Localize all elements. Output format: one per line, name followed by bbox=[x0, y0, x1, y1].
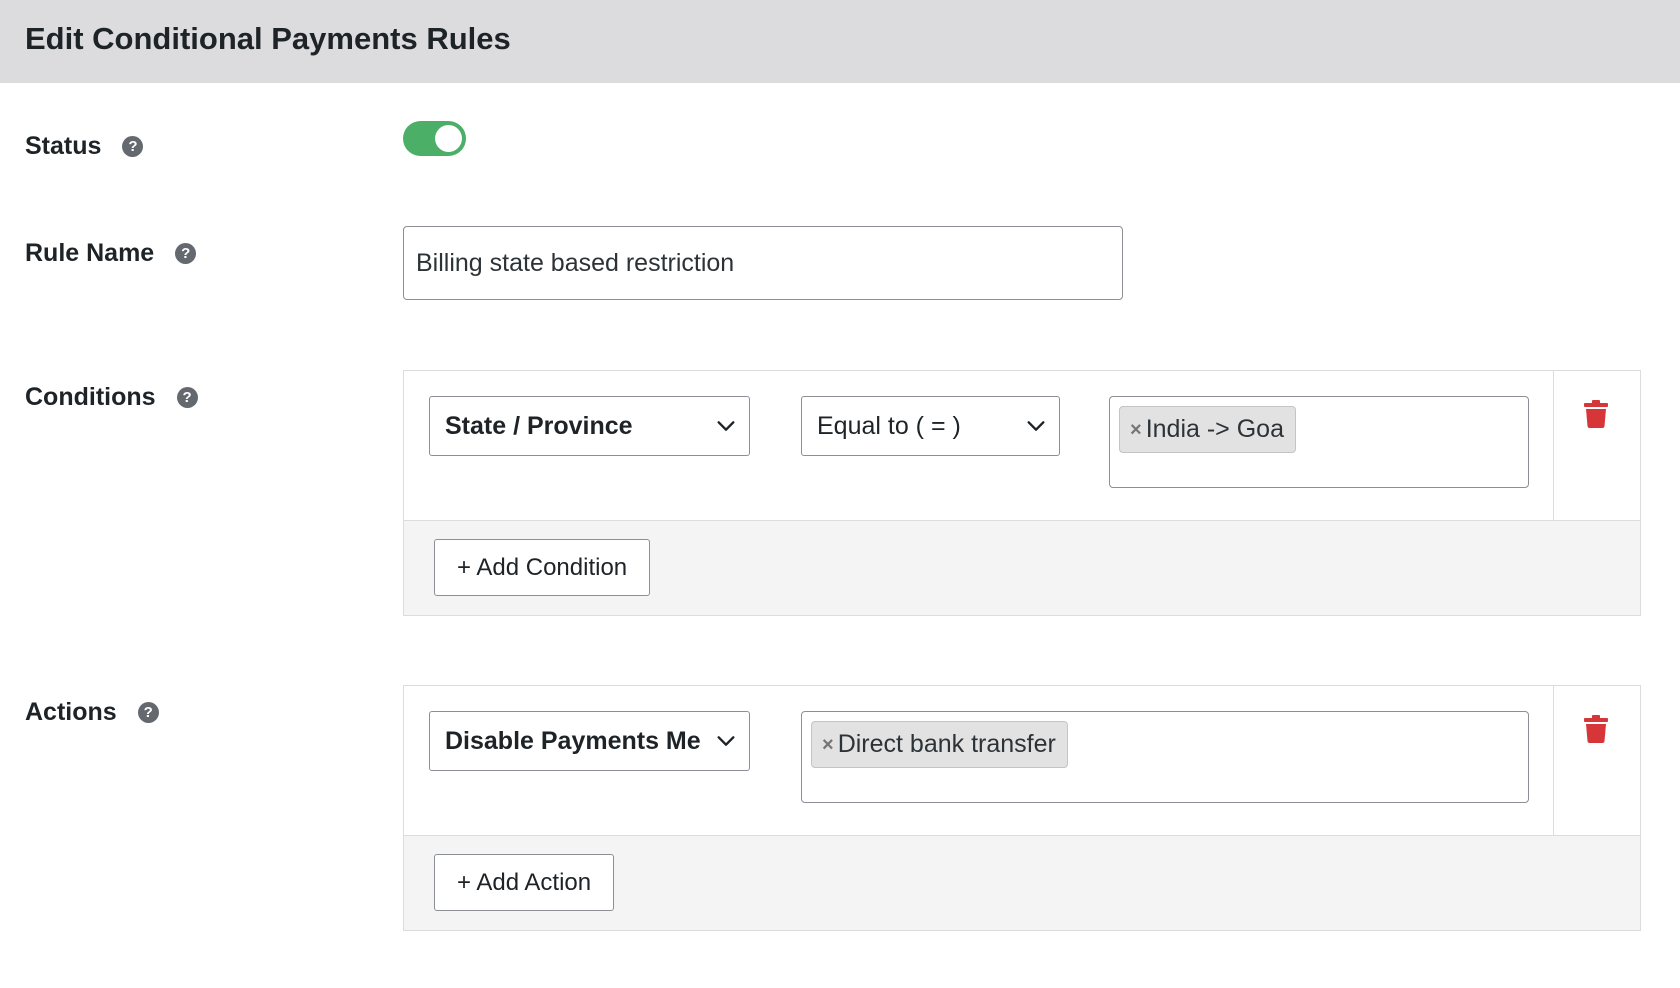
status-label: Status bbox=[25, 132, 102, 160]
condition-value-chip: × India -> Goa bbox=[1119, 406, 1296, 453]
conditions-footer: + Add Condition bbox=[404, 521, 1640, 615]
condition-operator-select[interactable]: Equal to ( = ) bbox=[801, 396, 1060, 456]
condition-operator-value: Equal to ( = ) bbox=[817, 411, 961, 440]
action-value-chip: × Direct bank transfer bbox=[811, 721, 1068, 768]
status-row-label: Status ? bbox=[25, 131, 144, 161]
action-row: Disable Payments Me × Direct bank transf… bbox=[404, 686, 1640, 836]
conditions-help-icon[interactable]: ? bbox=[176, 386, 198, 408]
chevron-down-icon bbox=[717, 421, 735, 431]
chip-remove-icon[interactable]: × bbox=[822, 735, 834, 755]
actions-row-label: Actions ? bbox=[25, 697, 159, 727]
status-toggle[interactable] bbox=[403, 121, 466, 156]
chevron-down-icon bbox=[1027, 421, 1045, 431]
actions-help-icon[interactable]: ? bbox=[137, 701, 159, 723]
add-action-button[interactable]: + Add Action bbox=[434, 854, 615, 911]
actions-label: Actions bbox=[25, 698, 117, 726]
action-type-select[interactable]: Disable Payments Me bbox=[429, 711, 750, 771]
chip-label: India -> Goa bbox=[1145, 415, 1284, 443]
actions-footer: + Add Action bbox=[404, 836, 1640, 930]
conditions-label: Conditions bbox=[25, 383, 156, 411]
conditions-panel: State / Province Equal to ( = ) × India … bbox=[403, 370, 1641, 616]
rule-name-input[interactable]: Billing state based restriction bbox=[403, 226, 1123, 300]
page-title: Edit Conditional Payments Rules bbox=[25, 21, 511, 56]
condition-field-value: State / Province bbox=[445, 411, 633, 440]
page-header: Edit Conditional Payments Rules bbox=[0, 0, 1680, 83]
rule-name-label: Rule Name bbox=[25, 239, 155, 267]
conditions-row-label: Conditions ? bbox=[25, 382, 198, 412]
action-type-value: Disable Payments Me bbox=[445, 726, 701, 755]
actions-panel: Disable Payments Me × Direct bank transf… bbox=[403, 685, 1641, 931]
delete-condition-trash-icon[interactable] bbox=[1584, 400, 1608, 428]
chip-remove-icon[interactable]: × bbox=[1130, 420, 1142, 440]
panel-divider bbox=[1553, 686, 1554, 836]
rule-name-help-icon[interactable]: ? bbox=[175, 242, 197, 264]
chevron-down-icon bbox=[717, 736, 735, 746]
chip-label: Direct bank transfer bbox=[837, 730, 1056, 758]
action-values-multiselect[interactable]: × Direct bank transfer bbox=[801, 711, 1529, 803]
panel-divider bbox=[1553, 371, 1554, 521]
condition-values-multiselect[interactable]: × India -> Goa bbox=[1109, 396, 1529, 488]
add-condition-button[interactable]: + Add Condition bbox=[434, 539, 651, 596]
rule-name-row-label: Rule Name ? bbox=[25, 238, 197, 268]
condition-row: State / Province Equal to ( = ) × India … bbox=[404, 371, 1640, 521]
delete-action-trash-icon[interactable] bbox=[1584, 715, 1608, 743]
toggle-knob bbox=[435, 125, 462, 152]
status-help-icon[interactable]: ? bbox=[122, 135, 144, 157]
condition-field-select[interactable]: State / Province bbox=[429, 396, 750, 456]
